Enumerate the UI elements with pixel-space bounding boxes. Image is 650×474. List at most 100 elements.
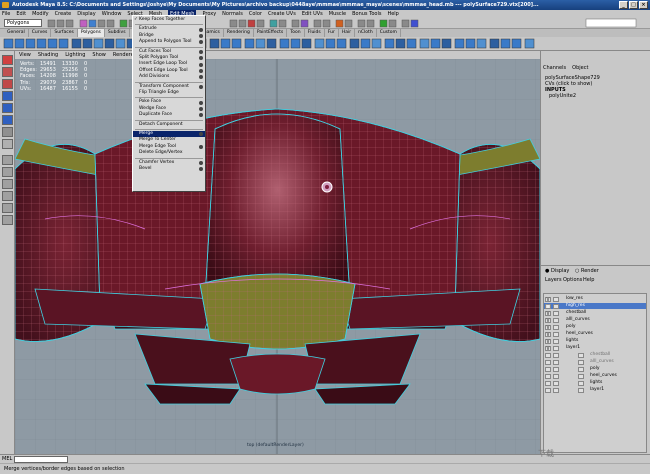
layer-visibility-toggle[interactable]: V — [545, 338, 551, 344]
layer-template-toggle[interactable] — [553, 366, 559, 372]
layout-side-icon[interactable] — [2, 179, 13, 189]
shelf-tool-icons[interactable] — [0, 37, 650, 51]
option-box-icon[interactable] — [199, 106, 203, 111]
menu-create-uvs[interactable]: Create UVs — [268, 10, 296, 18]
layer-row[interactable]: heel_curves — [544, 373, 646, 379]
menu-item-flip-triangle-edge[interactable]: Flip Triangle Edge — [133, 90, 205, 96]
layer-template-toggle[interactable] — [553, 296, 559, 302]
layer-visibility-toggle[interactable]: V — [545, 310, 551, 316]
layer-row[interactable]: Vheel_curves — [544, 331, 646, 337]
layer-row[interactable]: Vhigh_res — [544, 303, 646, 310]
layer-template-toggle[interactable] — [553, 373, 559, 379]
rotate-tool-icon[interactable] — [2, 103, 13, 113]
move-tool-icon[interactable] — [2, 91, 13, 101]
menu-item-delete-edge-vertex[interactable]: Delete Edge/Vertex — [133, 150, 205, 156]
option-box-icon[interactable] — [199, 56, 203, 61]
layer-row[interactable]: Vlights — [544, 338, 646, 344]
menu-set-selector[interactable]: Polygons — [4, 19, 42, 27]
menu-item-detach-component[interactable]: Detach Component — [133, 122, 205, 128]
layer-visibility-toggle[interactable] — [545, 380, 551, 386]
option-box-icon[interactable] — [199, 113, 203, 118]
viewport-menu-shading[interactable]: Shading — [38, 51, 58, 59]
layer-row[interactable]: Valll_curves — [544, 317, 646, 323]
option-box-icon[interactable] — [199, 40, 203, 45]
viewport-menu-show[interactable]: Show — [92, 51, 106, 59]
option-box-icon[interactable] — [199, 160, 203, 165]
layer-color-swatch[interactable] — [578, 359, 584, 365]
menu-help[interactable]: Help — [387, 10, 398, 18]
layer-template-toggle[interactable] — [553, 359, 559, 365]
layer-row[interactable]: Vpoly — [544, 324, 646, 330]
command-input[interactable] — [14, 456, 68, 463]
layout-graph-icon[interactable] — [2, 203, 13, 213]
layer-template-toggle[interactable] — [553, 387, 559, 393]
layer-row[interactable]: layer1 — [544, 387, 646, 393]
select-tool-icon[interactable] — [2, 55, 13, 65]
layer-template-toggle[interactable] — [553, 338, 559, 344]
layer-template-toggle[interactable] — [553, 345, 559, 351]
layer-visibility-toggle[interactable]: V — [545, 345, 551, 351]
menu-item-bevel[interactable]: Bevel — [133, 166, 205, 172]
shelf-tab-fur[interactable]: Fur — [325, 29, 339, 37]
layer-visibility-toggle[interactable]: V — [545, 317, 551, 323]
layer-visibility-toggle[interactable] — [545, 359, 551, 365]
layer-template-toggle[interactable] — [553, 303, 559, 309]
layout-single-icon[interactable] — [2, 155, 13, 165]
layer-visibility-toggle[interactable]: V — [545, 303, 551, 309]
shelf-tab-hair[interactable]: Hair — [339, 29, 356, 37]
menu-window[interactable]: Window — [102, 10, 122, 18]
manipulator-tool-icon[interactable] — [2, 127, 13, 137]
layer-row[interactable]: poly — [544, 366, 646, 372]
option-box-icon[interactable] — [199, 132, 203, 137]
last-tool-icon[interactable] — [2, 139, 13, 149]
option-box-icon[interactable] — [199, 167, 203, 172]
menu-item-append-to-polygon-tool[interactable]: Append to Polygon Tool — [133, 39, 205, 45]
shelf-tab-general[interactable]: General — [4, 29, 29, 37]
menu-item-duplicate-face[interactable]: Duplicate Face — [133, 112, 205, 118]
option-box-icon[interactable] — [199, 144, 203, 149]
layer-template-toggle[interactable] — [553, 331, 559, 337]
layer-color-swatch[interactable] — [578, 387, 584, 393]
scale-tool-icon[interactable] — [2, 115, 13, 125]
render-radio[interactable]: ○ Render — [575, 268, 599, 274]
layer-color-swatch[interactable] — [578, 352, 584, 358]
layer-visibility-toggle[interactable]: V — [545, 296, 551, 302]
menu-item-add-divisions[interactable]: Add Divisions — [133, 74, 205, 80]
menu-display[interactable]: Display — [77, 10, 95, 18]
menu-modify[interactable]: Modify — [32, 10, 49, 18]
option-box-icon[interactable] — [199, 68, 203, 73]
menu-item-keep-faces-together[interactable]: Keep Faces Together ✓ — [133, 17, 205, 23]
layer-template-toggle[interactable] — [553, 317, 559, 323]
layer-color-swatch[interactable] — [578, 373, 584, 379]
layer-template-toggle[interactable] — [553, 380, 559, 386]
option-box-icon[interactable] — [199, 84, 203, 89]
viewport-menu-view[interactable]: View — [19, 51, 31, 59]
layer-template-toggle[interactable] — [553, 352, 559, 358]
close-button[interactable]: × — [639, 1, 648, 9]
layer-row[interactable]: Vlayer1 — [544, 345, 646, 351]
options-menu[interactable]: Options — [563, 277, 582, 283]
layout-hypershade-icon[interactable] — [2, 215, 13, 225]
menu-edit[interactable]: Edit — [16, 10, 26, 18]
display-radio[interactable]: ● Display — [545, 268, 569, 274]
paint-select-tool-icon[interactable] — [2, 79, 13, 89]
shelf-tab-fluids[interactable]: Fluids — [305, 29, 325, 37]
shelf-tab-surfaces[interactable]: Surfaces — [51, 29, 78, 37]
layer-color-swatch[interactable] — [578, 366, 584, 372]
option-box-icon[interactable] — [199, 49, 203, 54]
layout-four-icon[interactable] — [2, 167, 13, 177]
maximize-button[interactable]: □ — [629, 1, 638, 9]
layer-row[interactable]: alll_curves — [544, 359, 646, 365]
layer-visibility-toggle[interactable] — [545, 373, 551, 379]
viewport[interactable]: Verts: 15491 13330 0 Edges: 29653 25256 0 Faces:… — [15, 59, 540, 454]
menu-edit-uvs[interactable]: Edit UVs — [302, 10, 323, 18]
shelf-tab-polygons[interactable]: Polygons — [77, 29, 105, 37]
shelf-tab-custom[interactable]: Custom — [377, 29, 401, 37]
layers-menu[interactable]: Layers — [545, 277, 562, 283]
lasso-tool-icon[interactable] — [2, 67, 13, 77]
menu-file[interactable]: File — [2, 10, 10, 18]
tab-channels[interactable]: Channels — [543, 65, 566, 71]
layer-row[interactable]: chestball — [544, 352, 646, 358]
layer-visibility-toggle[interactable] — [545, 352, 551, 358]
layer-visibility-toggle[interactable]: V — [545, 331, 551, 337]
